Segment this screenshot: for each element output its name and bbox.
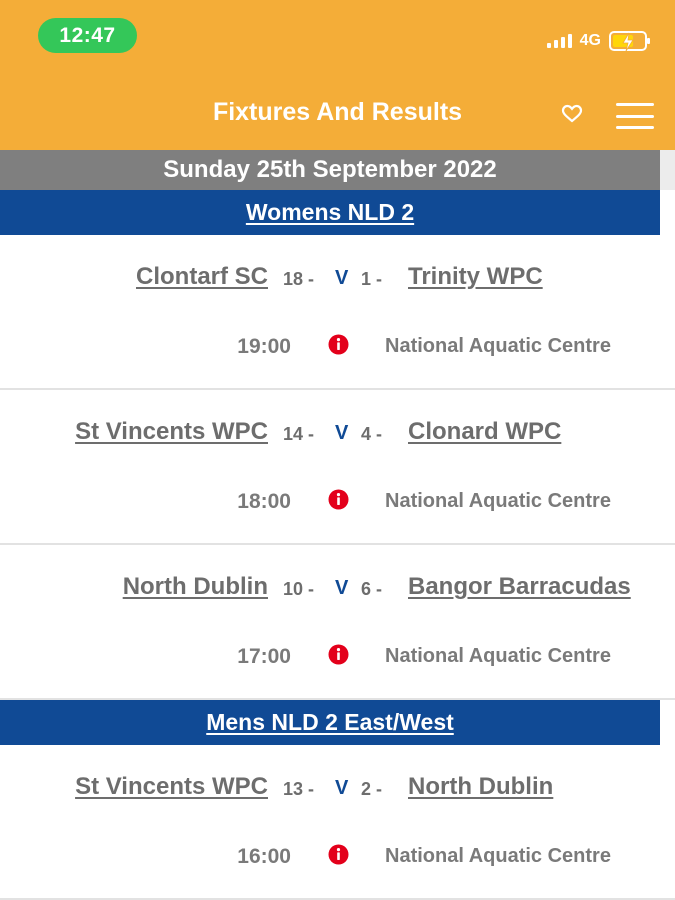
away-score: 4 -: [361, 424, 383, 444]
venue-label: National Aquatic Centre: [385, 490, 611, 512]
home-team-link[interactable]: St Vincents WPC: [75, 418, 268, 446]
match-time: 17:00: [237, 645, 291, 668]
venue-label: National Aquatic Centre: [385, 645, 611, 667]
home-score: 14 -: [283, 424, 315, 444]
home-team-link[interactable]: St Vincents WPC: [75, 773, 268, 801]
heart-icon[interactable]: [561, 104, 583, 124]
status-indicators: 4G: [546, 28, 650, 54]
away-score: 6 -: [361, 579, 383, 599]
venue-label: National Aquatic Centre: [385, 335, 611, 357]
home-team-link[interactable]: North Dublin: [123, 573, 268, 601]
home-team-link[interactable]: Clontarf SC: [136, 263, 268, 291]
away-score: 2 -: [361, 779, 383, 799]
match-row[interactable]: North Dublin 10 - V 6 - Bangor Barracuda…: [0, 545, 675, 700]
date-header: Sunday 25th September 2022: [0, 150, 660, 190]
scrollbar-track: [660, 150, 675, 190]
away-team-link[interactable]: Trinity WPC: [408, 263, 543, 291]
away-team-link[interactable]: North Dublin: [408, 773, 553, 801]
info-icon[interactable]: [328, 489, 349, 510]
versus-label: V: [335, 577, 349, 599]
match-time: 18:00: [237, 490, 291, 513]
away-score: 1 -: [361, 269, 383, 289]
versus-label: V: [335, 422, 349, 444]
info-icon[interactable]: [328, 844, 349, 865]
network-label: 4G: [579, 32, 601, 49]
signal-icon: [546, 34, 572, 48]
home-score: 18 -: [283, 269, 315, 289]
match-time: 16:00: [237, 845, 291, 868]
home-score: 13 -: [283, 779, 315, 799]
league-name[interactable]: Mens NLD 2 East/West: [206, 709, 454, 736]
home-score: 10 -: [283, 579, 315, 599]
away-team-link[interactable]: Bangor Barracudas: [408, 573, 631, 601]
versus-label: V: [335, 267, 349, 289]
app-header: 12:47 4G Fixtures And Results: [0, 0, 675, 150]
match-row[interactable]: St Vincents WPC 14 - V 4 - Clonard WPC 1…: [0, 390, 675, 545]
away-team-link[interactable]: Clonard WPC: [408, 418, 561, 446]
hamburger-menu-icon[interactable]: [616, 103, 654, 129]
match-row[interactable]: St Vincents WPC 13 - V 2 - North Dublin …: [0, 745, 675, 900]
versus-label: V: [335, 777, 349, 799]
league-name[interactable]: Womens NLD 2: [246, 199, 414, 226]
match-time: 19:00: [237, 335, 291, 358]
info-icon[interactable]: [328, 644, 349, 665]
battery-charging-icon: [609, 31, 650, 52]
status-time: 12:47: [38, 18, 137, 53]
info-icon[interactable]: [328, 334, 349, 355]
match-row[interactable]: Clontarf SC 18 - V 1 - Trinity WPC 19:00…: [0, 235, 675, 390]
league-header[interactable]: Womens NLD 2: [0, 190, 660, 235]
league-header[interactable]: Mens NLD 2 East/West: [0, 700, 660, 745]
venue-label: National Aquatic Centre: [385, 845, 611, 867]
